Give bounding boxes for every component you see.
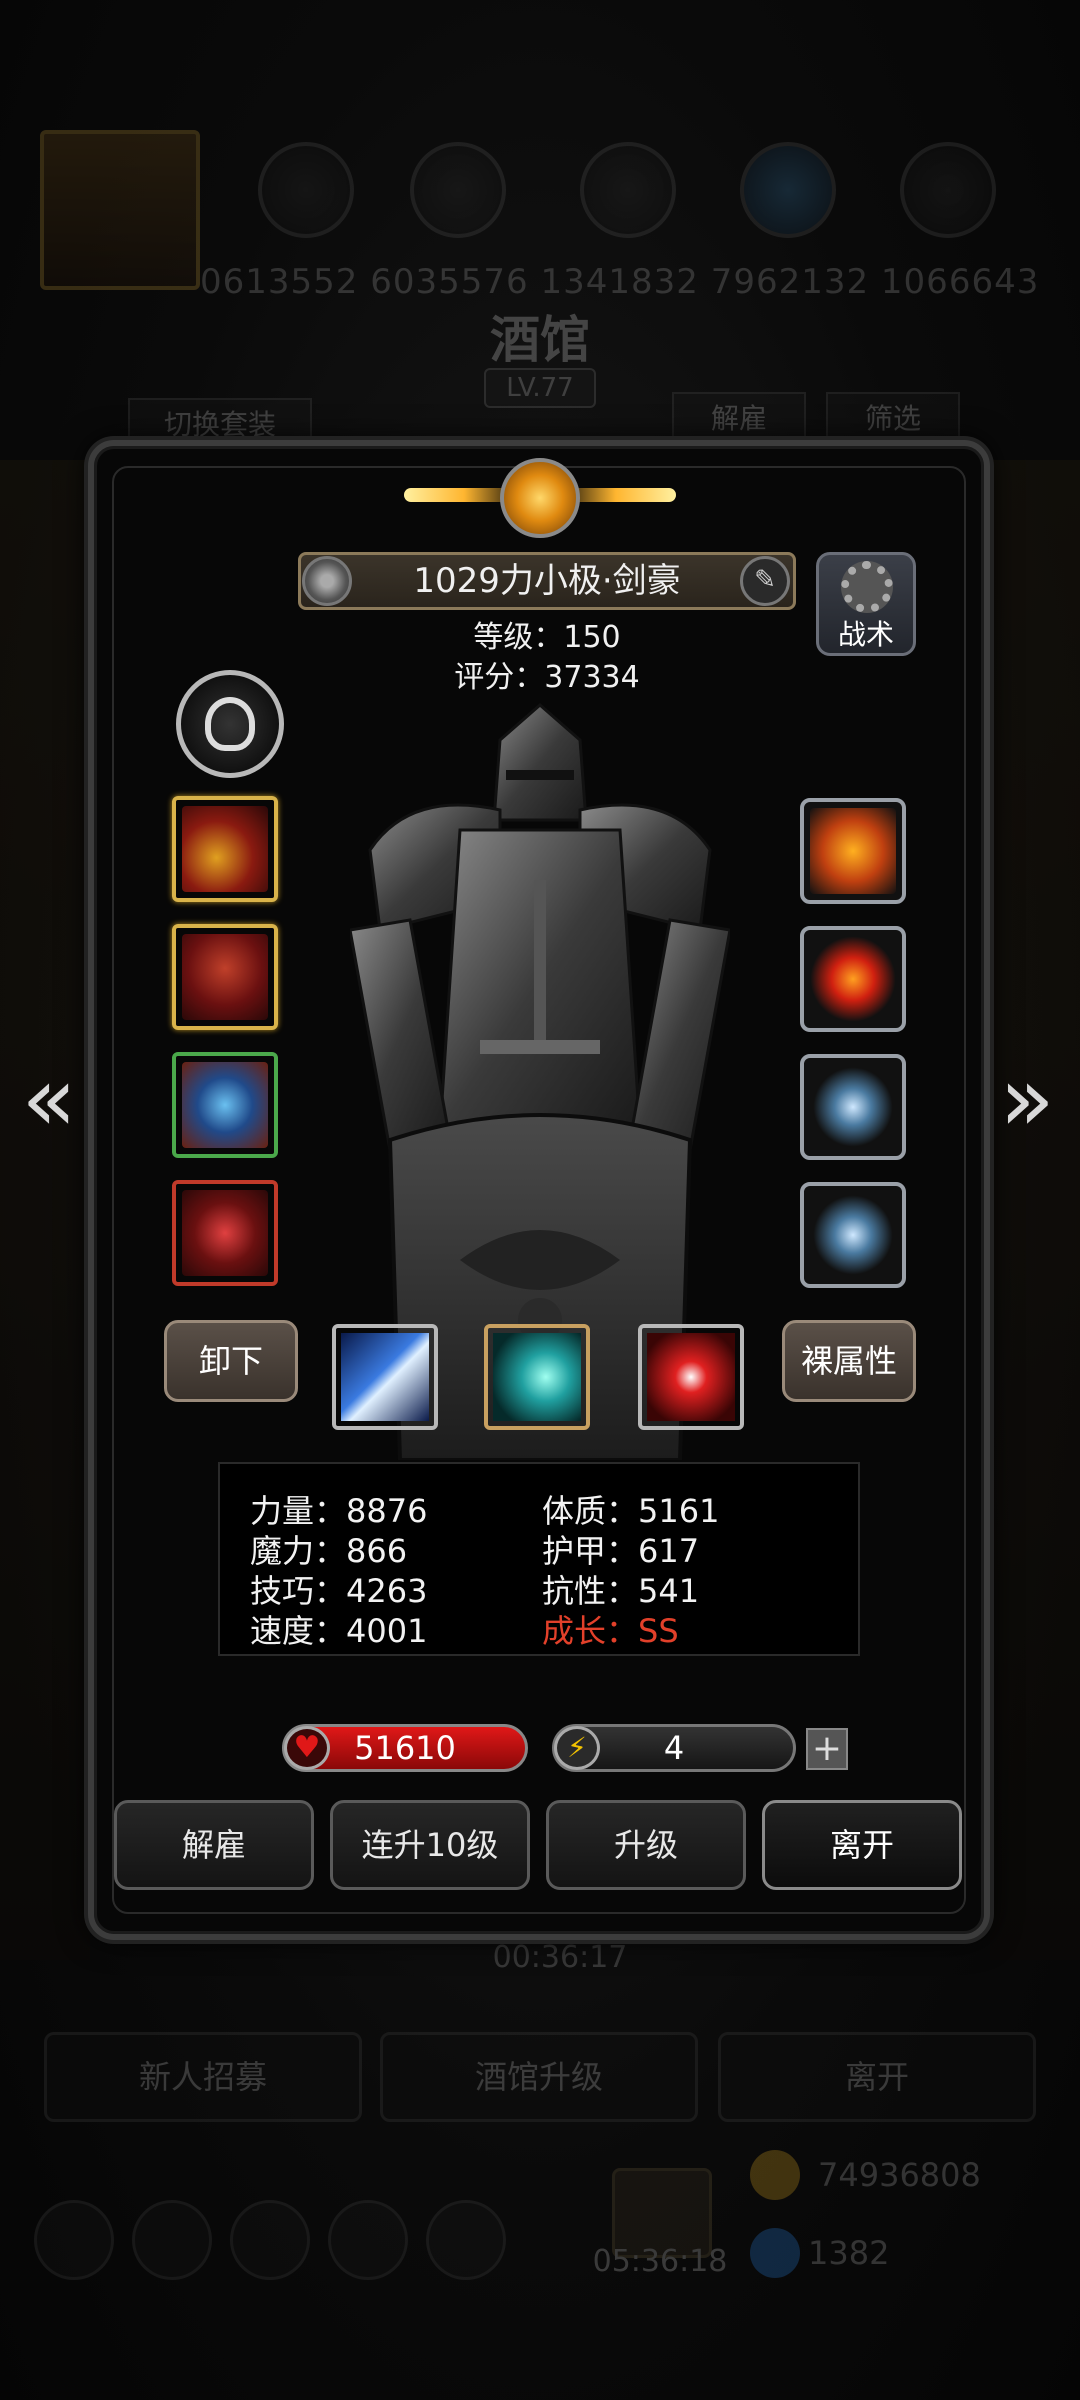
accessory-slot-ring[interactable] <box>176 670 284 778</box>
stat-growth: 成长：SS <box>542 1612 679 1650</box>
level-up-10-button[interactable]: 连升10级 <box>330 1800 530 1890</box>
left-wall-decor <box>0 460 90 1960</box>
dismiss-hero-button[interactable]: 解雇 <box>114 1800 314 1890</box>
hero-name: 1029力小极·剑豪 <box>298 552 796 610</box>
recruit-timer: 00:36:17 <box>492 1940 628 1975</box>
fire-ring-icon <box>810 808 896 894</box>
filter-button[interactable]: 筛选 <box>826 392 960 446</box>
tavern-upgrade-button[interactable]: 酒馆升级 <box>380 2032 698 2122</box>
rune-slot-4[interactable] <box>800 1182 906 1288</box>
dragon-armor-icon <box>182 934 268 1020</box>
equip-slot-amulet[interactable] <box>172 1052 278 1158</box>
naked-attributes-button[interactable]: 裸属性 <box>782 1320 916 1402</box>
bottom-nav-icon-5[interactable] <box>426 2200 506 2280</box>
level-up-button[interactable]: 升级 <box>546 1800 746 1890</box>
new-recruit-button[interactable]: 新人招募 <box>44 2032 362 2122</box>
hero-score-label: 评分 <box>454 660 515 695</box>
tavern-level-badge: LV.77 <box>484 368 596 408</box>
ice-orb-icon <box>182 1062 268 1148</box>
hero-level-value: 150 <box>563 620 621 655</box>
crystal-emblem-icon <box>810 1192 896 1278</box>
resource-icon-5 <box>900 142 996 238</box>
resource-numbers: 0613552 6035576 1341832 7962132 1066643 <box>200 262 1040 302</box>
player-avatar[interactable] <box>40 130 200 290</box>
coin-icon <box>750 2150 800 2200</box>
emblem-center <box>500 458 580 538</box>
skill-slot-1[interactable] <box>332 1324 438 1430</box>
gift-timer: 05:36:18 <box>592 2244 728 2279</box>
gem-icon <box>750 2228 800 2278</box>
hero-stats-panel: 力量：8876 魔力：866 技巧：4263 速度：4001 体质：5161 护… <box>218 1462 860 1656</box>
right-wall-decor <box>990 460 1080 1960</box>
bottom-nav-icon-3[interactable] <box>230 2200 310 2280</box>
flame-sword-icon <box>182 806 268 892</box>
bottom-nav-icon-4[interactable] <box>328 2200 408 2280</box>
tavern-title: 酒馆 <box>490 310 590 369</box>
tactics-button[interactable]: 战术 <box>816 552 916 656</box>
coin-count: 74936808 <box>818 2156 981 2194</box>
hero-score: 评分：37334 <box>298 652 796 696</box>
rune-slot-1[interactable] <box>800 798 906 904</box>
resource-icon-3 <box>580 142 676 238</box>
separator: ： <box>533 620 564 655</box>
gear-icon <box>841 561 893 613</box>
gem-count: 1382 <box>808 2234 890 2272</box>
hero-level: 等级：150 <box>298 612 796 656</box>
equip-slot-helmet[interactable] <box>172 1180 278 1286</box>
tactics-label: 战术 <box>837 618 894 651</box>
crystal-emblem-icon <box>810 1064 896 1150</box>
fire-essence-icon <box>810 936 896 1022</box>
skill-slot-2[interactable] <box>484 1324 590 1430</box>
tavern-leave-button[interactable]: 离开 <box>718 2032 1036 2122</box>
wind-slash-skill-icon <box>341 1333 429 1421</box>
panel-emblem-icon <box>404 444 676 544</box>
rune-slot-3[interactable] <box>800 1054 906 1160</box>
next-hero-arrow-icon[interactable]: » <box>992 1050 1062 1150</box>
lightning-icon: ⚡ <box>554 1726 600 1770</box>
rune-slot-2[interactable] <box>800 926 906 1032</box>
previous-hero-arrow-icon[interactable]: « <box>14 1050 84 1150</box>
resource-icon-4 <box>740 142 836 238</box>
bottom-nav-icon-1[interactable] <box>34 2200 114 2280</box>
cyan-crescent-skill-icon <box>493 1333 581 1421</box>
red-lightning-skill-icon <box>647 1333 735 1421</box>
resource-icon-1 <box>258 142 354 238</box>
equip-slot-armor[interactable] <box>172 924 278 1030</box>
hero-level-label: 等级 <box>473 620 534 655</box>
heart-icon: ♥ <box>284 1726 330 1770</box>
add-energy-button[interactable]: + <box>806 1728 848 1770</box>
equip-slot-weapon[interactable] <box>172 796 278 902</box>
edit-name-icon[interactable]: ✎ <box>740 556 790 606</box>
hero-score-value: 37334 <box>544 660 640 695</box>
medal-icon[interactable] <box>302 556 352 606</box>
skill-slot-3[interactable] <box>638 1324 744 1430</box>
bottom-nav-icon-2[interactable] <box>132 2200 212 2280</box>
leave-button[interactable]: 离开 <box>762 1800 962 1890</box>
separator: ： <box>514 660 545 695</box>
resource-icon-2 <box>410 142 506 238</box>
red-helmet-icon <box>182 1190 268 1276</box>
stat-speed: 速度：4001 <box>250 1612 428 1650</box>
unequip-button[interactable]: 卸下 <box>164 1320 298 1402</box>
ring-icon <box>205 697 255 751</box>
bg-dismiss-button[interactable]: 解雇 <box>672 392 806 446</box>
